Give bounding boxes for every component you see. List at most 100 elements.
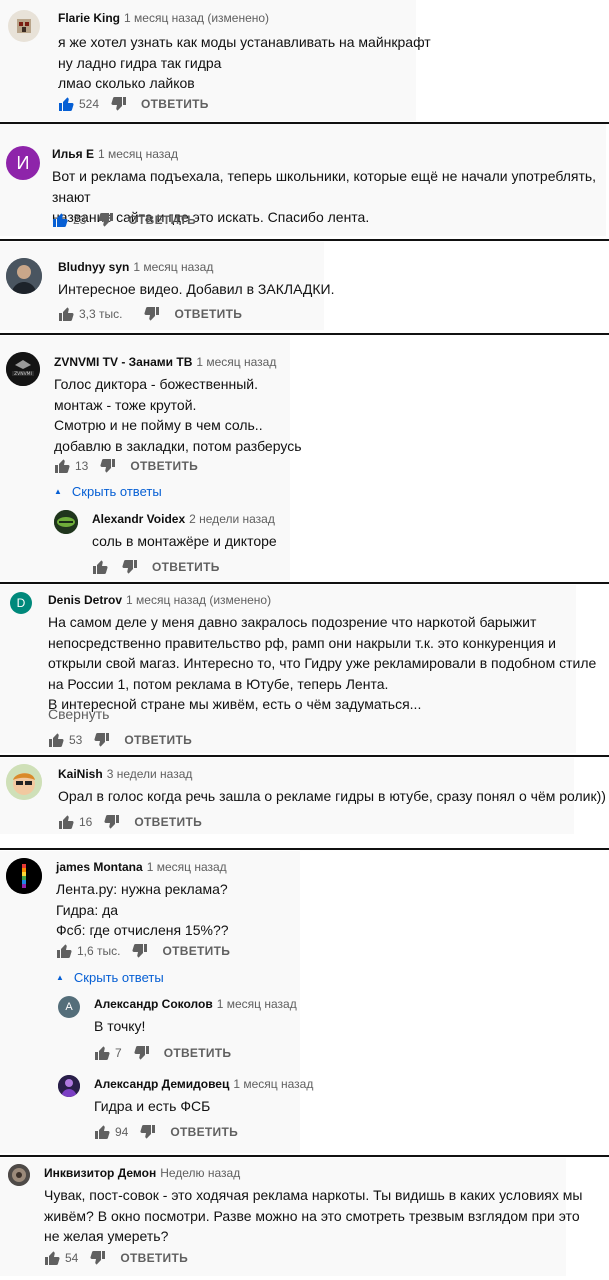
avatar[interactable]: ZVNVMI <box>6 352 40 386</box>
avatar[interactable] <box>6 764 42 800</box>
reply-actions: 94 ОТВЕТИТЬ <box>94 1122 238 1142</box>
avatar[interactable] <box>8 10 40 42</box>
like-icon[interactable] <box>58 96 74 112</box>
reply-button[interactable]: ОТВЕТИТЬ <box>124 733 192 747</box>
like-icon[interactable] <box>52 212 68 228</box>
creeper-face-icon <box>17 19 31 33</box>
toggle-label: Скрыть ответы <box>73 970 164 985</box>
dislike-icon[interactable] <box>111 96 127 112</box>
timestamp[interactable]: 1 месяц назад <box>147 860 227 874</box>
portrait-avatar-icon <box>6 258 42 294</box>
like-icon[interactable] <box>94 1045 110 1061</box>
divider <box>0 848 609 850</box>
reply-button[interactable]: ОТВЕТИТЬ <box>130 459 198 473</box>
reply-avatar[interactable] <box>54 510 78 534</box>
dislike-icon[interactable] <box>98 212 114 228</box>
comment-header: Denis Detrov 1 месяц назад (изменено) <box>48 593 271 607</box>
dislike-icon[interactable] <box>140 1124 156 1140</box>
timestamp[interactable]: 1 месяц назад (изменено) <box>124 11 269 25</box>
timestamp[interactable]: Неделю назад <box>160 1166 240 1180</box>
dislike-icon[interactable] <box>104 814 120 830</box>
comment-actions: 53 ОТВЕТИТЬ <box>48 730 192 750</box>
author-name[interactable]: KaiNish <box>58 767 103 781</box>
like-icon[interactable] <box>48 732 64 748</box>
avatar[interactable]: И <box>6 146 40 180</box>
comment-actions: 23 ОТВЕТИТЬ <box>52 210 196 230</box>
dislike-icon[interactable] <box>90 1250 106 1266</box>
collapse-link[interactable]: Свернуть <box>48 706 109 722</box>
like-count: 53 <box>69 733 83 747</box>
timestamp[interactable]: 1 месяц назад (изменено) <box>126 593 271 607</box>
comment-text: Голос диктора - божественный. монтаж - т… <box>54 376 302 454</box>
hide-replies-toggle[interactable]: ▲ Скрыть ответы <box>54 484 162 499</box>
avatar[interactable] <box>6 258 42 294</box>
author-name[interactable]: Bludnyy syn <box>58 260 129 274</box>
reply-button[interactable]: ОТВЕТИТЬ <box>170 1125 238 1139</box>
author-name[interactable]: Alexandr Voidex <box>92 512 185 526</box>
like-icon[interactable] <box>94 1124 110 1140</box>
dislike-icon[interactable] <box>132 943 148 959</box>
avatar[interactable] <box>8 1164 30 1186</box>
reply-button[interactable]: ОТВЕТИТЬ <box>164 1046 232 1060</box>
dislike-icon[interactable] <box>94 732 110 748</box>
toggle-label: Скрыть ответы <box>71 484 162 499</box>
like-icon[interactable] <box>56 943 72 959</box>
dislike-icon[interactable] <box>144 306 160 322</box>
author-name[interactable]: Александр Демидовец <box>94 1077 229 1091</box>
reply-text: соль в монтажёре и дикторе <box>92 533 277 549</box>
author-name[interactable]: Александр Соколов <box>94 997 213 1011</box>
author-name[interactable]: ZVNVMI TV - Занами ТВ <box>54 355 192 369</box>
reply-button[interactable]: ОТВЕТИТЬ <box>134 815 202 829</box>
reply-header: Александр Соколов 1 месяц назад <box>94 997 297 1011</box>
emblem-avatar-icon <box>8 1164 30 1186</box>
reply-button[interactable]: ОТВЕТИТЬ <box>152 560 220 574</box>
reply-button[interactable]: ОТВЕТИТЬ <box>120 1251 188 1265</box>
avatar[interactable]: D <box>10 592 32 614</box>
like-icon[interactable] <box>44 1250 60 1266</box>
author-name[interactable]: Flarie King <box>58 11 120 25</box>
channel-logo-icon: ZVNVMI <box>6 352 40 386</box>
author-name[interactable]: Инквизитор Демон <box>44 1166 156 1180</box>
reply-button[interactable]: ОТВЕТИТЬ <box>162 944 230 958</box>
timestamp[interactable]: 1 месяц назад <box>233 1077 313 1091</box>
author-name[interactable]: james Montana <box>56 860 143 874</box>
timestamp[interactable]: 2 недели назад <box>189 512 275 526</box>
svg-text:ZVNVMI: ZVNVMI <box>14 371 32 377</box>
like-icon[interactable] <box>58 814 74 830</box>
timestamp[interactable]: 1 месяц назад <box>196 355 276 369</box>
like-count: 1,6 тыс. <box>77 944 121 958</box>
timestamp[interactable]: 1 месяц назад <box>98 147 178 161</box>
timestamp[interactable]: 3 недели назад <box>107 767 193 781</box>
dislike-icon[interactable] <box>134 1045 150 1061</box>
comment-actions: 1,6 тыс. ОТВЕТИТЬ <box>56 941 230 961</box>
timestamp[interactable]: 1 месяц назад <box>133 260 213 274</box>
dislike-icon[interactable] <box>122 559 138 575</box>
reply-button[interactable]: ОТВЕТИТЬ <box>128 213 196 227</box>
cartoon-face-icon <box>6 764 42 800</box>
divider <box>0 1155 609 1157</box>
comment-text: На самом деле у меня давно закралось под… <box>48 614 597 712</box>
like-icon[interactable] <box>58 306 74 322</box>
hide-replies-toggle[interactable]: ▲ Скрыть ответы <box>56 970 164 985</box>
reply-button[interactable]: ОТВЕТИТЬ <box>141 97 209 111</box>
comment-header: Bludnyy syn 1 месяц назад <box>58 260 213 274</box>
divider <box>0 755 609 757</box>
author-name[interactable]: Илья Е <box>52 147 94 161</box>
timestamp[interactable]: 1 месяц назад <box>217 997 297 1011</box>
comment-actions: 54 ОТВЕТИТЬ <box>44 1248 188 1268</box>
reply-button[interactable]: ОТВЕТИТЬ <box>174 307 242 321</box>
comment-header: Flarie King 1 месяц назад (изменено) <box>58 11 269 25</box>
reply-avatar[interactable] <box>58 1075 80 1097</box>
comment-header: Илья Е 1 месяц назад <box>52 147 178 161</box>
comment-actions: 3,3 тыс. ОТВЕТИТЬ <box>58 304 242 324</box>
dislike-icon[interactable] <box>100 458 116 474</box>
like-icon[interactable] <box>92 559 108 575</box>
comment-text: Лента.ру: нужна реклама? Гидра: да Фсб: … <box>56 881 229 938</box>
like-count: 3,3 тыс. <box>79 307 123 321</box>
author-name[interactable]: Denis Detrov <box>48 593 122 607</box>
reply-avatar[interactable]: A <box>58 996 80 1018</box>
like-count: 23 <box>73 213 87 227</box>
like-icon[interactable] <box>54 458 70 474</box>
reply-header: Alexandr Voidex 2 недели назад <box>92 512 275 526</box>
avatar[interactable] <box>6 858 42 894</box>
